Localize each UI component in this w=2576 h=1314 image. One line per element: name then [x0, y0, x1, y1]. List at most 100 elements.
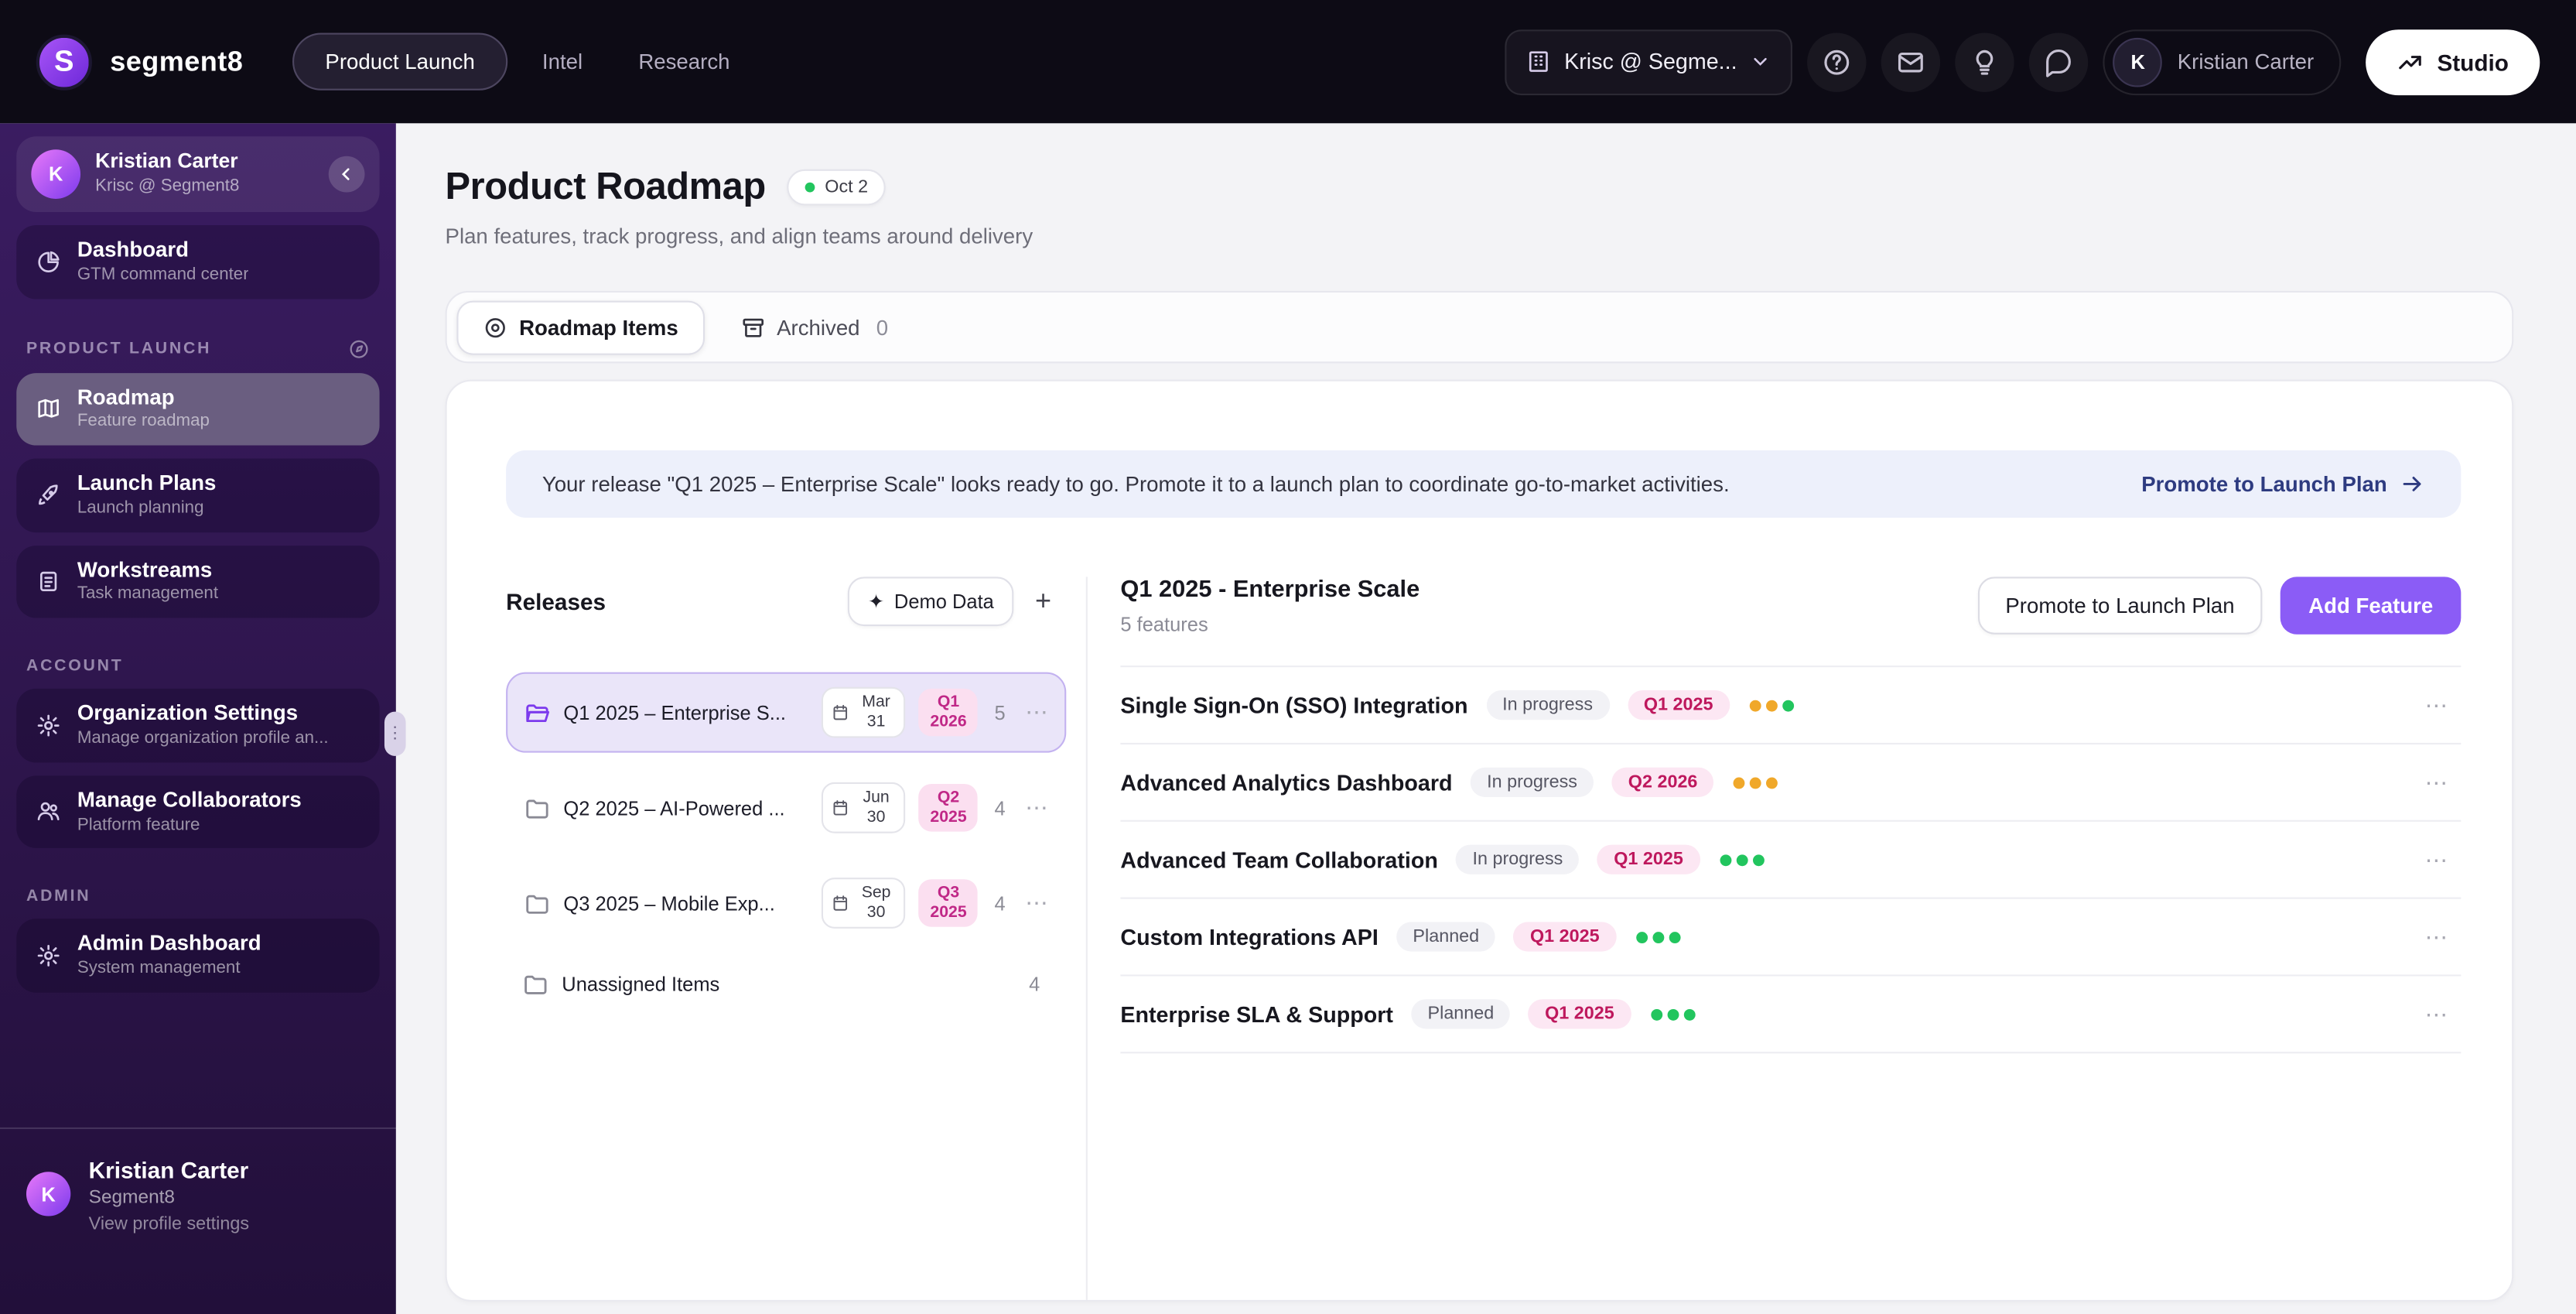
release-item[interactable]: Q1 2025 – Enterprise S... Mar 31 Q1 2026… — [506, 672, 1067, 753]
release-menu-button[interactable]: ⋯ — [1022, 699, 1051, 727]
sidebar-item-launch-plans[interactable]: Launch Plans Launch planning — [16, 458, 380, 532]
add-feature-button[interactable]: Add Feature — [2280, 577, 2462, 635]
sidebar-item-text: Roadmap Feature roadmap — [77, 384, 210, 434]
main-content: Product Roadmap Oct 2 Plan features, tra… — [395, 123, 2576, 1314]
feature-status-badge: In progress — [1485, 690, 1610, 720]
release-count: 4 — [994, 891, 1006, 915]
status-badge: Oct 2 — [787, 168, 887, 205]
sidebar-item-subtitle: Manage organization profile an... — [77, 727, 329, 748]
compass-icon — [348, 337, 370, 359]
feature-menu-button[interactable]: ⋯ — [2421, 922, 2451, 950]
feature-row[interactable]: Advanced Analytics Dashboard In progress… — [1120, 744, 2462, 822]
release-detail-panel: Q1 2025 - Enterprise Scale 5 features Pr… — [1088, 577, 2462, 1299]
release-item[interactable]: Q3 2025 – Mobile Exp... Sep 30 Q3 2025 4… — [506, 863, 1066, 943]
release-menu-button[interactable]: ⋯ — [1022, 889, 1051, 917]
feature-menu-button[interactable]: ⋯ — [2421, 768, 2451, 796]
feature-quarter-chip: Q1 2025 — [1513, 922, 1616, 952]
releases-panel: Releases ✦ Demo Data + Q1 2025 – Enterpr… — [506, 577, 1088, 1300]
pie-chart-icon — [36, 249, 61, 274]
topbar: S segment8 Product Launch Intel Research… — [0, 0, 2576, 124]
feature-name: Advanced Analytics Dashboard — [1120, 769, 1453, 795]
feature-row[interactable]: Advanced Team Collaboration In progress … — [1120, 822, 2462, 899]
section-label: ACCOUNT — [26, 657, 124, 676]
chat-button[interactable] — [2029, 32, 2089, 91]
feature-quarter-chip: Q1 2025 — [1528, 999, 1631, 1029]
release-count: 5 — [994, 700, 1006, 724]
sidebar-item-subtitle: Platform feature — [77, 814, 200, 834]
rocket-icon — [36, 483, 61, 508]
release-menu-button[interactable]: ⋯ — [1022, 794, 1051, 822]
user-name: Kristian Carter — [2177, 49, 2315, 74]
section-admin: ADMIN — [26, 888, 370, 905]
release-quarter-chip: Q1 2026 — [918, 688, 979, 737]
inbox-button[interactable] — [1881, 32, 1941, 91]
sidebar-item-subtitle: System management — [77, 958, 241, 978]
page-subtitle: Plan features, track progress, and align… — [445, 223, 1033, 248]
feature-menu-button[interactable]: ⋯ — [2421, 846, 2451, 874]
feature-menu-button[interactable]: ⋯ — [2421, 1000, 2451, 1028]
clipboard-icon — [36, 570, 61, 594]
folder-icon — [524, 795, 550, 821]
release-name: Q2 2025 – AI-Powered ... — [563, 796, 785, 820]
sidebar-item-title: Organization Settings — [77, 700, 299, 725]
sidebar-item-manage-collaborators[interactable]: Manage Collaborators Platform feature — [16, 775, 380, 849]
building-icon — [1526, 50, 1551, 74]
sidebar-item-admin-dashboard[interactable]: Admin Dashboard System management — [16, 919, 380, 993]
release-item[interactable]: Q2 2025 – AI-Powered ... Jun 30 Q2 2025 … — [506, 768, 1066, 848]
release-date-chip: Sep 30 — [822, 878, 906, 929]
feature-row[interactable]: Single Sign-On (SSO) Integration In prog… — [1120, 667, 2462, 745]
profile-name: Kristian Carter — [95, 150, 238, 173]
nav-product-launch[interactable]: Product Launch — [292, 33, 508, 91]
footer-text: Kristian Carter Segment8 View profile se… — [89, 1155, 249, 1314]
feature-name: Advanced Team Collaboration — [1120, 847, 1438, 872]
feature-status-badge: Planned — [1396, 922, 1496, 952]
promote-to-launch-plan-button[interactable]: Promote to Launch Plan — [1977, 577, 2263, 635]
page-title: Product Roadmap — [445, 164, 767, 207]
section-account: ACCOUNT — [26, 658, 370, 676]
studio-label: Studio — [2437, 48, 2509, 75]
tab-roadmap-items[interactable]: Roadmap Items — [456, 299, 705, 354]
studio-button[interactable]: Studio — [2366, 29, 2540, 95]
release-name: Q3 2025 – Mobile Exp... — [563, 891, 775, 915]
sidebar-drag-handle[interactable]: ⋮ — [384, 711, 406, 756]
add-release-button[interactable]: + — [1020, 585, 1066, 618]
demo-data-button[interactable]: ✦ Demo Data — [848, 577, 1014, 627]
feature-menu-button[interactable]: ⋯ — [2421, 691, 2451, 719]
sidebar-item-organization-settings[interactable]: Organization Settings Manage organizatio… — [16, 689, 380, 762]
section-product-launch: PRODUCT LAUNCH — [26, 337, 370, 359]
sidebar-item-text: Admin Dashboard System management — [77, 930, 261, 980]
feature-row[interactable]: Enterprise SLA & Support Planned Q1 2025… — [1120, 976, 2462, 1054]
sidebar: K Kristian Carter Krisc @ Segment8 Dashb… — [0, 123, 406, 1314]
sidebar-item-dashboard[interactable]: Dashboard GTM command center — [16, 224, 380, 299]
release-item-unassigned[interactable]: Unassigned Items 4 — [506, 958, 1066, 1011]
tab-archived[interactable]: Archived 0 — [740, 315, 888, 340]
feature-row[interactable]: Custom Integrations API Planned Q1 2025 … — [1120, 899, 2462, 977]
nav-intel[interactable]: Intel — [521, 35, 603, 89]
brand-name: segment8 — [110, 45, 244, 77]
promote-banner: Your release "Q1 2025 – Enterprise Scale… — [506, 450, 2462, 518]
sidebar-item-workstreams[interactable]: Workstreams Task management — [16, 545, 380, 618]
banner-text: Your release "Q1 2025 – Enterprise Scale… — [542, 471, 1730, 497]
sidebar-profile-card[interactable]: K Kristian Carter Krisc @ Segment8 — [16, 136, 380, 212]
chat-icon — [2045, 47, 2074, 77]
target-icon — [483, 315, 507, 340]
mail-icon — [1897, 47, 1926, 77]
user-menu[interactable]: K Kristian Carter — [2103, 29, 2342, 95]
sidebar-item-roadmap[interactable]: Roadmap Feature roadmap — [16, 372, 380, 446]
nav-research[interactable]: Research — [617, 35, 751, 89]
profile-avatar: K — [31, 149, 81, 199]
section-label: ADMIN — [26, 888, 91, 906]
view-profile-link[interactable]: View profile settings — [89, 1215, 249, 1234]
banner-action-label: Promote to Launch Plan — [2141, 471, 2387, 497]
segment8-logo-icon[interactable]: S — [36, 33, 92, 90]
chevron-down-icon — [1751, 51, 1772, 73]
org-selector[interactable]: Krisc @ Segme... — [1505, 29, 1793, 95]
help-button[interactable] — [1807, 32, 1867, 91]
collapse-sidebar-button[interactable] — [328, 156, 365, 193]
feature-progress-dots — [1650, 1008, 1695, 1020]
roadmap-card: Your release "Q1 2025 – Enterprise Scale… — [445, 379, 2514, 1302]
primary-nav: Product Launch Intel Research — [292, 33, 751, 91]
ideas-button[interactable] — [1956, 32, 2015, 91]
promote-banner-link[interactable]: Promote to Launch Plan — [2141, 471, 2424, 497]
map-icon — [36, 396, 61, 421]
